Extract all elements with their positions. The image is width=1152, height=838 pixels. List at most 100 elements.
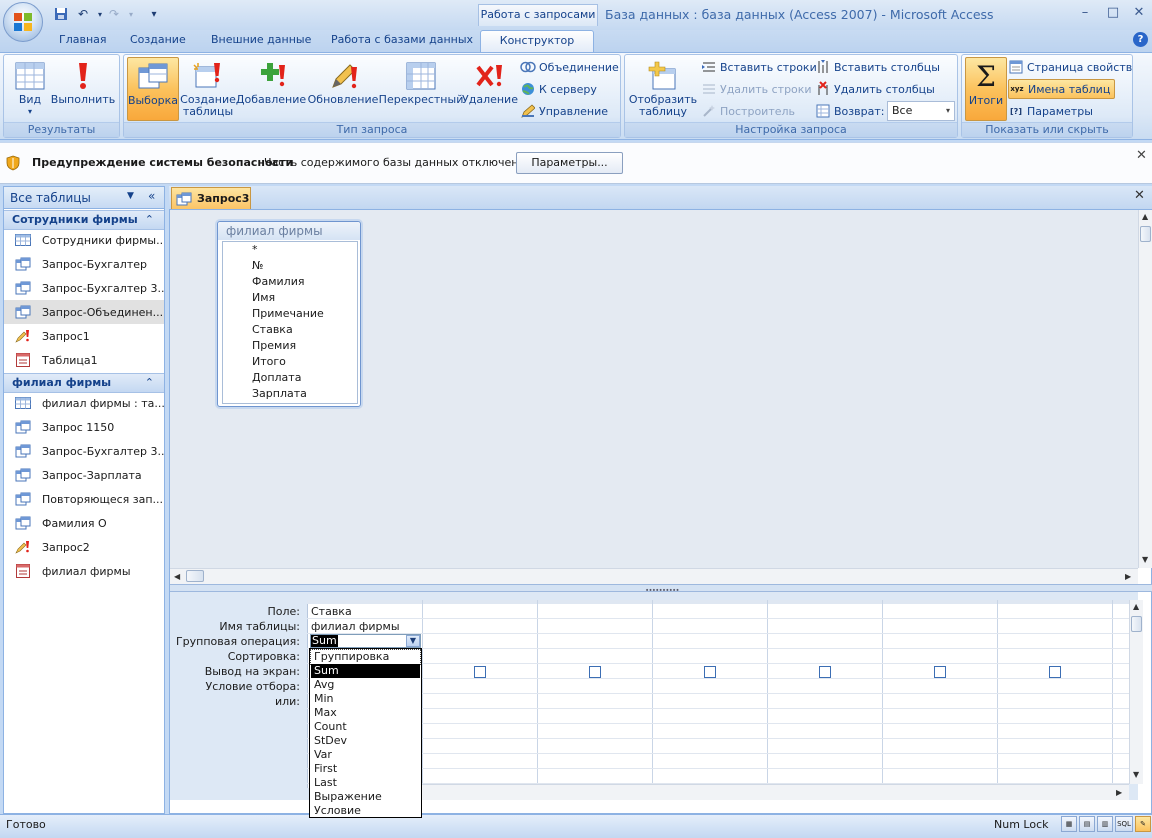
data-definition-query-button[interactable]: Управление <box>520 101 608 121</box>
dropdown-option[interactable]: Avg <box>311 678 420 692</box>
scroll-right-icon[interactable]: ▶ <box>1125 572 1131 581</box>
pivot-chart-icon[interactable]: ▥ <box>1097 816 1113 832</box>
nav-item[interactable]: филиал фирмы : та... <box>4 391 164 415</box>
totals-button[interactable]: Σ Итоги <box>965 57 1007 121</box>
tab-external-data[interactable]: Внешние данные <box>205 30 317 52</box>
show-checkbox[interactable] <box>819 666 831 678</box>
total-dropdown-list[interactable]: Группировка Sum Avg Min Max Count StDev Var Firs… <box>309 648 422 818</box>
navigation-pane-title[interactable]: Все таблицы <box>10 191 91 205</box>
nav-item[interactable]: Запрос1 <box>4 324 164 348</box>
nav-item[interactable]: Запрос-Бухгалтер 3... <box>4 439 164 463</box>
scroll-up-icon[interactable]: ▲ <box>1142 212 1148 221</box>
design-view-icon[interactable]: ✎ <box>1135 816 1151 832</box>
delete-columns-button[interactable]: Удалить столбцы <box>815 79 935 99</box>
help-icon[interactable]: ? <box>1133 32 1148 47</box>
scrollbar-thumb[interactable] <box>1140 226 1151 242</box>
dropdown-option[interactable]: StDev <box>311 734 420 748</box>
grid-cell-table[interactable]: филиал фирмы <box>311 620 400 633</box>
show-checkbox[interactable] <box>934 666 946 678</box>
property-sheet-button[interactable]: Страница свойств <box>1008 57 1132 77</box>
sql-view-button[interactable]: SQL <box>1115 816 1133 832</box>
append-query-button[interactable]: Добавление <box>236 57 306 121</box>
office-button[interactable] <box>3 2 43 42</box>
nav-item[interactable]: Запрос2 <box>4 535 164 559</box>
make-table-button[interactable]: Создание таблицы <box>180 57 236 121</box>
table-field-item[interactable]: * <box>252 243 258 256</box>
dropdown-option[interactable]: Группировка <box>310 649 421 665</box>
datasheet-view-icon[interactable]: ▦ <box>1061 816 1077 832</box>
show-table-button[interactable]: Отобразить таблицу <box>628 57 698 121</box>
delete-query-button[interactable]: Удаление <box>462 57 518 121</box>
scrollbar-thumb[interactable] <box>186 570 204 582</box>
grid-cell-field[interactable]: Ставка <box>311 605 352 618</box>
select-query-button[interactable]: Выборка <box>127 57 179 121</box>
nav-group-employees[interactable]: Сотрудники фирмы ⌃ <box>4 210 164 230</box>
insert-columns-button[interactable]: Вставить столбцы <box>815 57 940 77</box>
dropdown-option[interactable]: Max <box>311 706 420 720</box>
nav-item[interactable]: Сотрудники фирмы... <box>4 228 164 252</box>
save-icon[interactable] <box>51 5 71 23</box>
dropdown-option[interactable]: Count <box>311 720 420 734</box>
scroll-up-icon[interactable]: ▲ <box>1133 602 1139 611</box>
table-field-item[interactable]: Фамилия <box>252 275 304 288</box>
lower-horizontal-scrollbar[interactable]: ▶ <box>422 784 1129 800</box>
nav-item[interactable]: Запрос-Бухгалтер 3... <box>4 276 164 300</box>
nav-group-branch[interactable]: филиал фирмы ⌃ <box>4 373 164 393</box>
pass-through-query-button[interactable]: К серверу <box>520 79 597 99</box>
nav-item[interactable]: филиал фирмы <box>4 559 164 583</box>
show-checkbox[interactable] <box>1049 666 1061 678</box>
maximize-button[interactable]: □ <box>1101 4 1125 22</box>
document-tab-query3[interactable]: Запрос3 <box>171 187 251 209</box>
tab-create[interactable]: Создание <box>124 30 192 52</box>
minimize-button[interactable]: – <box>1073 4 1097 22</box>
tab-home[interactable]: Главная <box>53 30 113 52</box>
scroll-down-icon[interactable]: ▼ <box>1133 770 1139 779</box>
nav-item[interactable]: Запрос-Объединен... <box>4 300 164 324</box>
return-select[interactable]: Все ▾ <box>887 101 955 121</box>
lower-vertical-scrollbar[interactable]: ▲ ▼ <box>1129 600 1143 784</box>
dropdown-option[interactable]: Last <box>311 776 420 790</box>
builder-button[interactable]: Построитель <box>701 101 795 121</box>
view-button[interactable]: Вид ▾ <box>8 57 52 121</box>
show-checkbox[interactable] <box>704 666 716 678</box>
chevron-down-icon[interactable]: ▼ <box>127 191 139 203</box>
table-names-button[interactable]: xyz Имена таблиц <box>1008 79 1116 99</box>
crosstab-query-button[interactable]: Перекрестный <box>379 57 463 121</box>
dropdown-option[interactable]: Условие <box>311 804 420 818</box>
table-field-item[interactable]: Итого <box>252 355 286 368</box>
nav-item[interactable]: Запрос 1150 <box>4 415 164 439</box>
parameters-button[interactable]: [?] Параметры <box>1008 101 1093 121</box>
redo-dropdown-icon[interactable]: ▾ <box>121 5 141 23</box>
pane-splitter[interactable]: ∙∙∙∙∙∙∙∙∙∙ <box>170 584 1152 594</box>
scroll-right-icon[interactable]: ▶ <box>1116 788 1122 797</box>
collapse-pane-icon[interactable]: « <box>148 189 155 203</box>
dropdown-option[interactable]: Min <box>311 692 420 706</box>
dropdown-option[interactable]: First <box>311 762 420 776</box>
close-icon[interactable]: ✕ <box>1136 148 1147 163</box>
table-field-item[interactable]: Премия <box>252 339 296 352</box>
table-field-item[interactable]: № <box>252 259 263 272</box>
tab-database-tools[interactable]: Работа с базами данных <box>325 30 479 52</box>
table-field-item[interactable]: Примечание <box>252 307 324 320</box>
scroll-down-icon[interactable]: ▼ <box>1142 555 1148 564</box>
close-button[interactable]: ✕ <box>1127 4 1151 22</box>
query-design-grid[interactable] <box>307 600 1129 788</box>
scroll-left-icon[interactable]: ◀ <box>174 572 180 581</box>
pivot-table-icon[interactable]: ▤ <box>1079 816 1095 832</box>
dropdown-option[interactable]: Sum <box>311 664 420 678</box>
show-checkbox[interactable] <box>474 666 486 678</box>
scrollbar-thumb[interactable] <box>1131 616 1142 632</box>
chevron-down-icon[interactable]: ▼ <box>406 635 420 647</box>
show-checkbox[interactable] <box>589 666 601 678</box>
run-button[interactable]: Выполнить <box>51 57 115 121</box>
insert-rows-button[interactable]: Вставить строки <box>701 57 817 77</box>
table-field-item[interactable]: Доплата <box>252 371 301 384</box>
table-field-list-title[interactable]: филиал фирмы <box>218 222 360 240</box>
nav-item[interactable]: Таблица1 <box>4 348 164 372</box>
nav-item[interactable]: Запрос-Зарплата <box>4 463 164 487</box>
security-options-button[interactable]: Параметры... <box>516 152 623 174</box>
tab-design[interactable]: Конструктор <box>480 30 594 52</box>
table-field-item[interactable]: Зарплата <box>252 387 307 400</box>
update-query-button[interactable]: Обновление <box>308 57 378 121</box>
nav-item[interactable]: Повторяющеся зап... <box>4 487 164 511</box>
